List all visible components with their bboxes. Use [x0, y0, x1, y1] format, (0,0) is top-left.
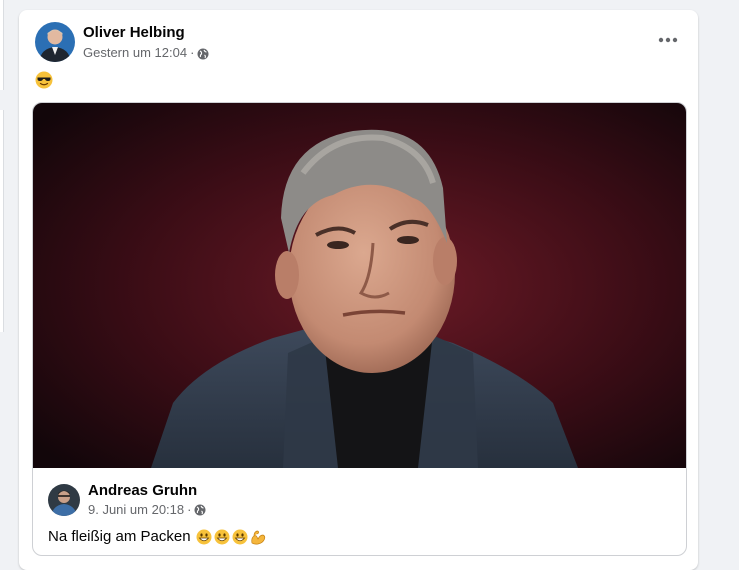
shared-avatar[interactable] [48, 484, 80, 516]
shared-post-message: Na fleißig am Packen [48, 528, 191, 545]
post-meta: Gestern um 12:04 · [83, 44, 209, 61]
more-options-icon [658, 37, 678, 43]
meta-separator: · [187, 502, 192, 517]
avatar[interactable] [35, 22, 75, 62]
shared-post-emojis [196, 529, 266, 545]
globe-icon[interactable] [197, 47, 209, 59]
shared-post-card[interactable]: Andreas Gruhn 9. Juni um 20:18 · Na flei… [32, 102, 687, 556]
flexed-biceps-emoji [250, 529, 266, 545]
sunglasses-face-emoji [35, 71, 53, 89]
shared-post-text: Na fleißig am Packen [48, 527, 266, 547]
adjacent-card-edge [0, 110, 4, 332]
shared-author-name[interactable]: Andreas Gruhn [88, 482, 206, 500]
globe-icon[interactable] [194, 504, 206, 516]
shared-photo[interactable] [33, 103, 686, 468]
grinning-face-emoji [196, 529, 212, 545]
meta-separator: · [190, 45, 195, 60]
shared-post-meta: 9. Juni um 20:18 · [88, 502, 206, 518]
author-name[interactable]: Oliver Helbing [83, 23, 209, 42]
grinning-face-emoji [232, 529, 248, 545]
grinning-face-emoji [214, 529, 230, 545]
shared-post-timestamp[interactable]: 9. Juni um 20:18 [88, 502, 184, 518]
post-text [35, 70, 53, 90]
shared-post-header: Andreas Gruhn 9. Juni um 20:18 · [48, 482, 206, 518]
more-options-button[interactable] [650, 26, 686, 54]
adjacent-card-edge [0, 0, 4, 90]
post-timestamp[interactable]: Gestern um 12:04 [83, 44, 187, 61]
post-card: Oliver Helbing Gestern um 12:04 · Andrea… [19, 10, 698, 570]
post-header: Oliver Helbing Gestern um 12:04 · [35, 22, 209, 62]
